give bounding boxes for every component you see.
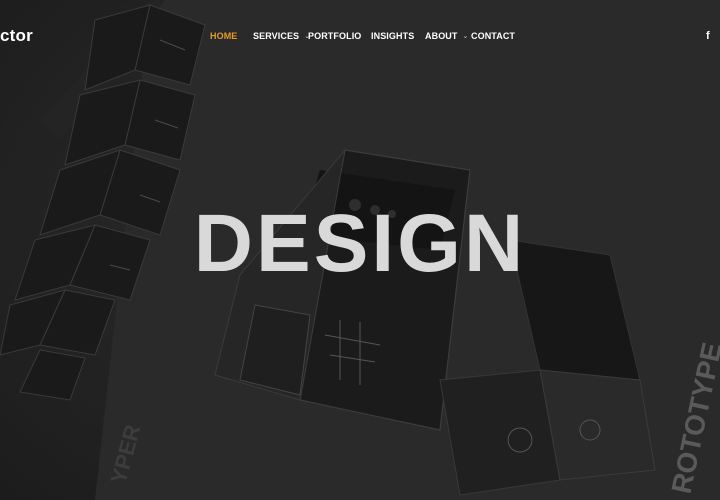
nav-item-label: CONTACT <box>471 31 516 41</box>
nav-item-home[interactable]: HOME <box>210 31 237 41</box>
chevron-down-icon: ⌄ <box>462 33 469 40</box>
nav-item-portfolio[interactable]: PORTFOLIO <box>308 31 361 41</box>
logo[interactable]: ctor <box>0 26 33 46</box>
nav-item-label: INSIGHTS <box>371 31 415 41</box>
nav-item-services[interactable]: SERVICES ⌄ <box>253 31 310 41</box>
nav-item-label: ABOUT <box>425 31 458 41</box>
nav-item-label: SERVICES <box>253 31 300 41</box>
facebook-icon[interactable]: f <box>706 30 710 42</box>
hero-section: YPER ROTOTYPE ctor HOME SERVICES ⌄ PORTFO… <box>0 0 720 500</box>
nav-item-label: HOME <box>210 31 238 41</box>
nav-item-contact[interactable]: CONTACT <box>471 31 515 41</box>
nav-item-about[interactable]: ABOUT ⌄ <box>425 31 468 41</box>
nav-item-label: PORTFOLIO <box>308 31 362 41</box>
nav-item-insights[interactable]: INSIGHTS <box>371 31 414 41</box>
hero-headline: DESIGN <box>193 198 527 289</box>
top-navigation: ctor HOME SERVICES ⌄ PORTFOLIO INSIGHTS A… <box>0 0 720 74</box>
